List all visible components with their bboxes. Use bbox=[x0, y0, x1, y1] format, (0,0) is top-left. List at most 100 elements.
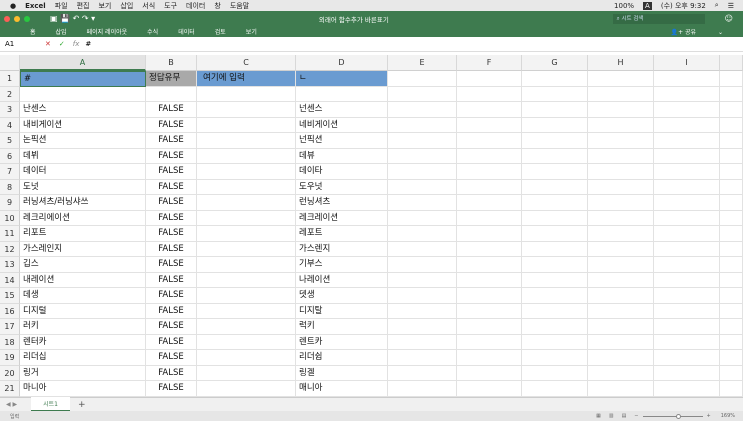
cell-E14[interactable] bbox=[388, 272, 457, 288]
cell-D16[interactable]: 디지탈 bbox=[296, 303, 388, 319]
cell-I11[interactable] bbox=[720, 226, 743, 242]
cell-A4[interactable]: 내비게이션 bbox=[20, 117, 146, 133]
cell-E9[interactable] bbox=[388, 195, 457, 211]
cell-F14[interactable] bbox=[457, 272, 522, 288]
cell-I1[interactable] bbox=[720, 71, 743, 87]
cell-A6[interactable]: 데뷔 bbox=[20, 148, 146, 164]
cell-D17[interactable]: 럭키 bbox=[296, 319, 388, 335]
cell-D18[interactable]: 렌트카 bbox=[296, 334, 388, 350]
cell-B9[interactable]: FALSE bbox=[146, 195, 197, 211]
cell-C2[interactable] bbox=[197, 86, 296, 102]
cell-C10[interactable] bbox=[197, 210, 296, 226]
cell-D11[interactable]: 레포트 bbox=[296, 226, 388, 242]
row-header[interactable]: 3 bbox=[0, 102, 20, 118]
cell-G11[interactable] bbox=[522, 226, 588, 242]
close-button[interactable] bbox=[4, 15, 10, 22]
cell-E11[interactable] bbox=[388, 226, 457, 242]
cell-I6[interactable] bbox=[720, 148, 743, 164]
cell-C8[interactable] bbox=[197, 179, 296, 195]
cell-A17[interactable]: 러키 bbox=[20, 319, 146, 335]
cell-C15[interactable] bbox=[197, 288, 296, 304]
cell-B21[interactable]: FALSE bbox=[146, 381, 197, 397]
cell-G5[interactable] bbox=[522, 133, 588, 149]
cell-I17[interactable] bbox=[720, 319, 743, 335]
cell-B10[interactable]: FALSE bbox=[146, 210, 197, 226]
menu-item[interactable]: 서식 bbox=[142, 1, 155, 11]
cell-A7[interactable]: 데이터 bbox=[20, 164, 146, 180]
ribbon-tab[interactable]: 페이지 레이아웃 bbox=[87, 27, 128, 36]
ribbon-tab[interactable]: 보기 bbox=[246, 27, 257, 36]
cell-I20[interactable] bbox=[654, 365, 720, 381]
cell-E6[interactable] bbox=[388, 148, 457, 164]
row-header[interactable]: 8 bbox=[0, 179, 20, 195]
cell-F6[interactable] bbox=[457, 148, 522, 164]
cell-E10[interactable] bbox=[388, 210, 457, 226]
menu-item[interactable]: 삽입 bbox=[120, 1, 133, 11]
ribbon-tab[interactable]: 데이터 bbox=[178, 27, 195, 36]
cell-C17[interactable] bbox=[197, 319, 296, 335]
cell-C1[interactable]: 여기에 입력 bbox=[197, 71, 296, 87]
cell-H10[interactable] bbox=[588, 210, 654, 226]
cell-D4[interactable]: 네비게이션 bbox=[296, 117, 388, 133]
cell-F21[interactable] bbox=[457, 381, 522, 397]
column-header-B[interactable]: B bbox=[146, 55, 197, 71]
minimize-button[interactable] bbox=[14, 15, 20, 22]
cell-E7[interactable] bbox=[388, 164, 457, 180]
cell-D12[interactable]: 가스렌지 bbox=[296, 241, 388, 257]
cell-E17[interactable] bbox=[388, 319, 457, 335]
cell-F13[interactable] bbox=[457, 257, 522, 273]
cell-I21[interactable] bbox=[654, 381, 720, 397]
row-header[interactable]: 7 bbox=[0, 164, 20, 180]
cell-G13[interactable] bbox=[522, 257, 588, 273]
cell-B16[interactable]: FALSE bbox=[146, 303, 197, 319]
cell-D20[interactable]: 링겔 bbox=[296, 365, 388, 381]
row-header[interactable]: 2 bbox=[0, 86, 20, 102]
cell-B15[interactable]: FALSE bbox=[146, 288, 197, 304]
cell-I18[interactable] bbox=[720, 334, 743, 350]
row-header[interactable]: 13 bbox=[0, 257, 20, 273]
confirm-icon[interactable]: ✓ bbox=[59, 40, 65, 48]
cell-G10[interactable] bbox=[522, 210, 588, 226]
cell-I16[interactable] bbox=[654, 303, 720, 319]
cell-B11[interactable]: FALSE bbox=[146, 226, 197, 242]
maximize-button[interactable] bbox=[24, 15, 30, 22]
cell-F11[interactable] bbox=[457, 226, 522, 242]
row-header[interactable]: 21 bbox=[0, 381, 20, 397]
cell-E13[interactable] bbox=[388, 257, 457, 273]
cell-G16[interactable] bbox=[522, 303, 588, 319]
smiley-icon[interactable]: ☺ bbox=[725, 14, 733, 23]
cell-B1[interactable]: 정답유무 bbox=[146, 71, 197, 87]
cell-A8[interactable]: 도넛 bbox=[20, 179, 146, 195]
cell-I7[interactable] bbox=[720, 164, 743, 180]
cell-I10[interactable] bbox=[720, 210, 743, 226]
cell-D13[interactable]: 기부스 bbox=[296, 257, 388, 273]
cell-I3[interactable] bbox=[720, 102, 743, 118]
cell-I5[interactable] bbox=[654, 133, 720, 149]
cell-I6[interactable] bbox=[654, 148, 720, 164]
cell-E16[interactable] bbox=[388, 303, 457, 319]
cell-C5[interactable] bbox=[197, 133, 296, 149]
cell-H7[interactable] bbox=[588, 164, 654, 180]
cell-B14[interactable]: FALSE bbox=[146, 272, 197, 288]
cell-C4[interactable] bbox=[197, 117, 296, 133]
cell-G20[interactable] bbox=[522, 365, 588, 381]
cell-G6[interactable] bbox=[522, 148, 588, 164]
menu-item[interactable]: 데이터 bbox=[186, 1, 205, 11]
cell-A16[interactable]: 디지털 bbox=[20, 303, 146, 319]
cell-F17[interactable] bbox=[457, 319, 522, 335]
cell-A20[interactable]: 링거 bbox=[20, 365, 146, 381]
cell-B8[interactable]: FALSE bbox=[146, 179, 197, 195]
menu-item[interactable]: 도움말 bbox=[230, 1, 249, 11]
cell-E12[interactable] bbox=[388, 241, 457, 257]
cell-D1[interactable]: ㄴ bbox=[296, 71, 388, 87]
row-header[interactable]: 19 bbox=[0, 350, 20, 366]
cell-D15[interactable]: 뎃생 bbox=[296, 288, 388, 304]
cell-F20[interactable] bbox=[457, 365, 522, 381]
cell-E15[interactable] bbox=[388, 288, 457, 304]
app-menu[interactable]: Excel bbox=[25, 2, 46, 10]
zoom-out-button[interactable]: − bbox=[634, 413, 638, 419]
cell-E5[interactable] bbox=[388, 133, 457, 149]
cell-I12[interactable] bbox=[654, 241, 720, 257]
cell-B7[interactable]: FALSE bbox=[146, 164, 197, 180]
cell-G9[interactable] bbox=[522, 195, 588, 211]
